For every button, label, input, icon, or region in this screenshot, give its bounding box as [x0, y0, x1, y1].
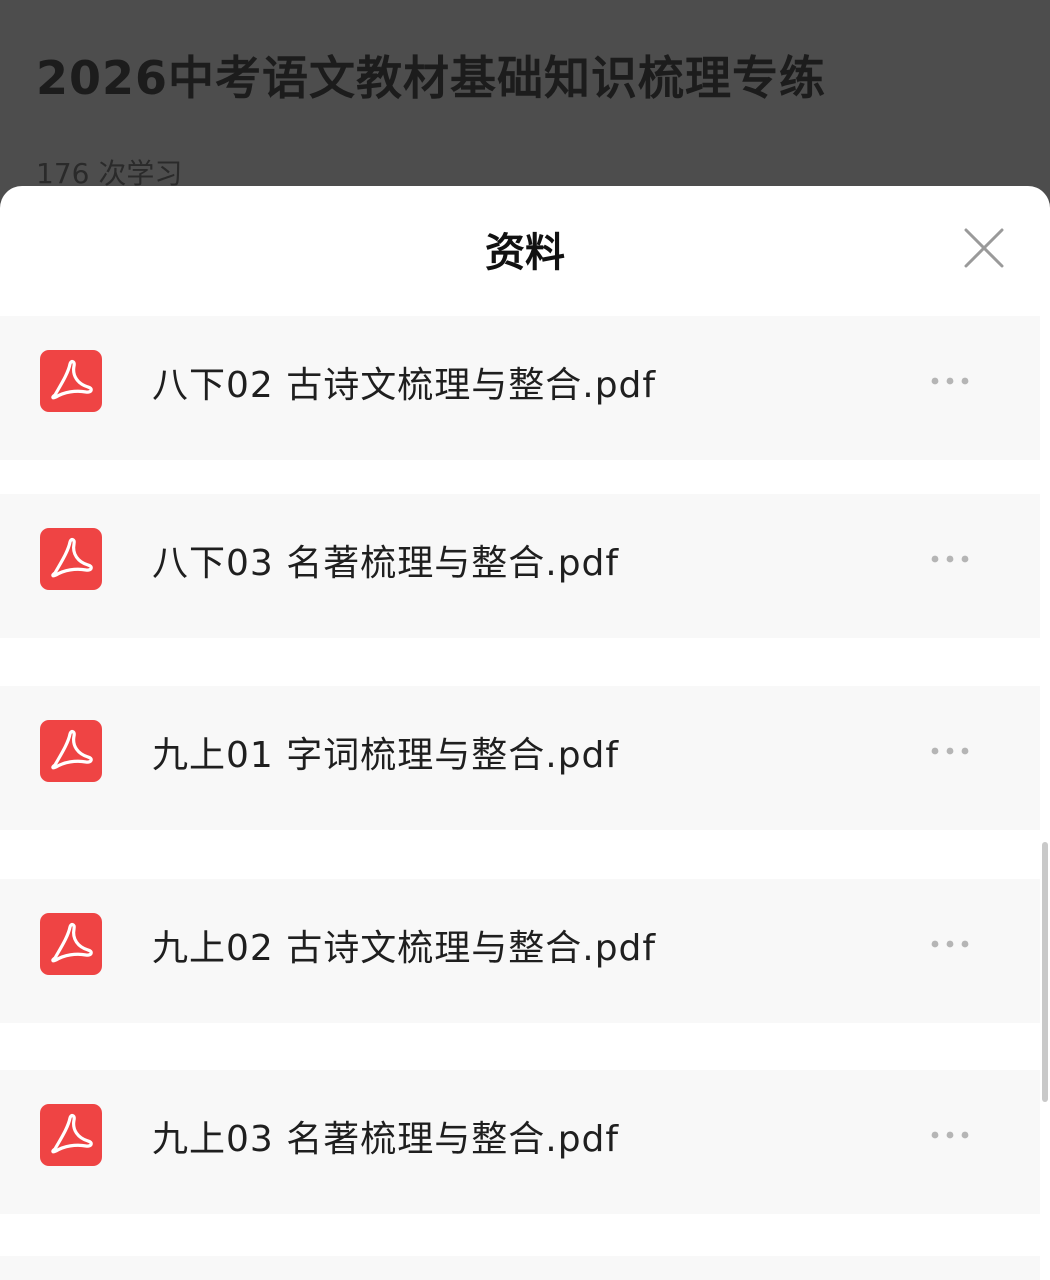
file-item[interactable]: 九上03 名著梳理与整合.pdf: [0, 1070, 1040, 1214]
file-name: 九上03 名著梳理与整合.pdf: [152, 1119, 620, 1160]
more-button[interactable]: [920, 929, 980, 959]
more-icon: [931, 1131, 969, 1139]
more-icon: [931, 555, 969, 563]
pdf-icon: [40, 913, 102, 975]
pdf-icon: [40, 1104, 102, 1166]
more-icon: [931, 940, 969, 948]
file-item[interactable]: 八下02 古诗文梳理与整合.pdf: [0, 316, 1040, 460]
file-name: 九上02 古诗文梳理与整合.pdf: [152, 928, 657, 969]
scrollbar-thumb[interactable]: [1042, 842, 1048, 1102]
more-button[interactable]: [920, 366, 980, 396]
sheet-title: 资料: [485, 230, 565, 276]
file-name: 八下03 名著梳理与整合.pdf: [152, 543, 620, 584]
background-page: 2026中考语文教材基础知识梳理专练 176 次学习: [0, 0, 1050, 200]
pdf-icon: [40, 350, 102, 412]
file-item-partial[interactable]: [0, 1256, 1040, 1280]
more-button[interactable]: [920, 736, 980, 766]
resources-sheet: 资料 八下02 古诗文梳理与整合.pdf 八下03 名著梳理与整合.pdf 九上…: [0, 186, 1050, 1280]
pdf-icon: [40, 528, 102, 590]
file-name: 八下02 古诗文梳理与整合.pdf: [152, 365, 657, 406]
file-item[interactable]: 九上02 古诗文梳理与整合.pdf: [0, 879, 1040, 1023]
course-title: 2026中考语文教材基础知识梳理专练: [36, 51, 827, 105]
file-name: 九上01 字词梳理与整合.pdf: [152, 735, 620, 776]
file-item[interactable]: 九上01 字词梳理与整合.pdf: [0, 686, 1040, 830]
close-icon: [964, 228, 1004, 268]
close-button[interactable]: [958, 222, 1010, 274]
pdf-icon: [40, 720, 102, 782]
file-item[interactable]: 八下03 名著梳理与整合.pdf: [0, 494, 1040, 638]
more-icon: [931, 747, 969, 755]
more-button[interactable]: [920, 544, 980, 574]
more-button[interactable]: [920, 1120, 980, 1150]
more-icon: [931, 377, 969, 385]
